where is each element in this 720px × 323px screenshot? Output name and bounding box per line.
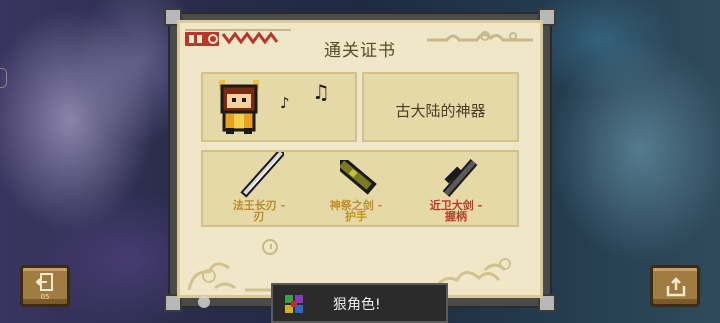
toast-text: 狠角色! bbox=[333, 297, 381, 313]
item-label-line: 护手 bbox=[345, 210, 367, 223]
achievement-title: 古大陆的神器 bbox=[395, 102, 486, 120]
exit-button[interactable]: 05 bbox=[20, 265, 70, 307]
share-icon bbox=[666, 277, 686, 297]
ornament-icon bbox=[185, 29, 291, 46]
music-note-icon: ♫ bbox=[312, 80, 330, 104]
music-note-icon: ♪ bbox=[280, 94, 290, 112]
item-label-line: 刃 bbox=[253, 210, 265, 223]
indicator-dot bbox=[198, 296, 210, 308]
item-label-line: 握柄 bbox=[445, 210, 467, 223]
item-label: 法王长刃 - 刃 bbox=[214, 200, 304, 222]
sword-blade-icon bbox=[240, 152, 284, 198]
side-tab bbox=[0, 68, 7, 88]
achievement-toast: 狠角色! bbox=[271, 283, 448, 323]
character-portrait-icon bbox=[219, 80, 259, 134]
item-label: 神祭之剑 - 护手 bbox=[311, 200, 401, 222]
sword-hilt-icon bbox=[442, 159, 478, 197]
cloud-ornament-icon bbox=[427, 31, 533, 42]
character-icon bbox=[285, 295, 303, 313]
sword-guard-icon bbox=[340, 160, 377, 195]
certificate-title: 通关证书 bbox=[324, 41, 396, 61]
exit-icon bbox=[35, 273, 53, 291]
exit-button-sub: 05 bbox=[40, 293, 50, 301]
item-label: 近卫大剑 - 握柄 bbox=[411, 200, 501, 222]
share-button[interactable] bbox=[650, 265, 700, 307]
